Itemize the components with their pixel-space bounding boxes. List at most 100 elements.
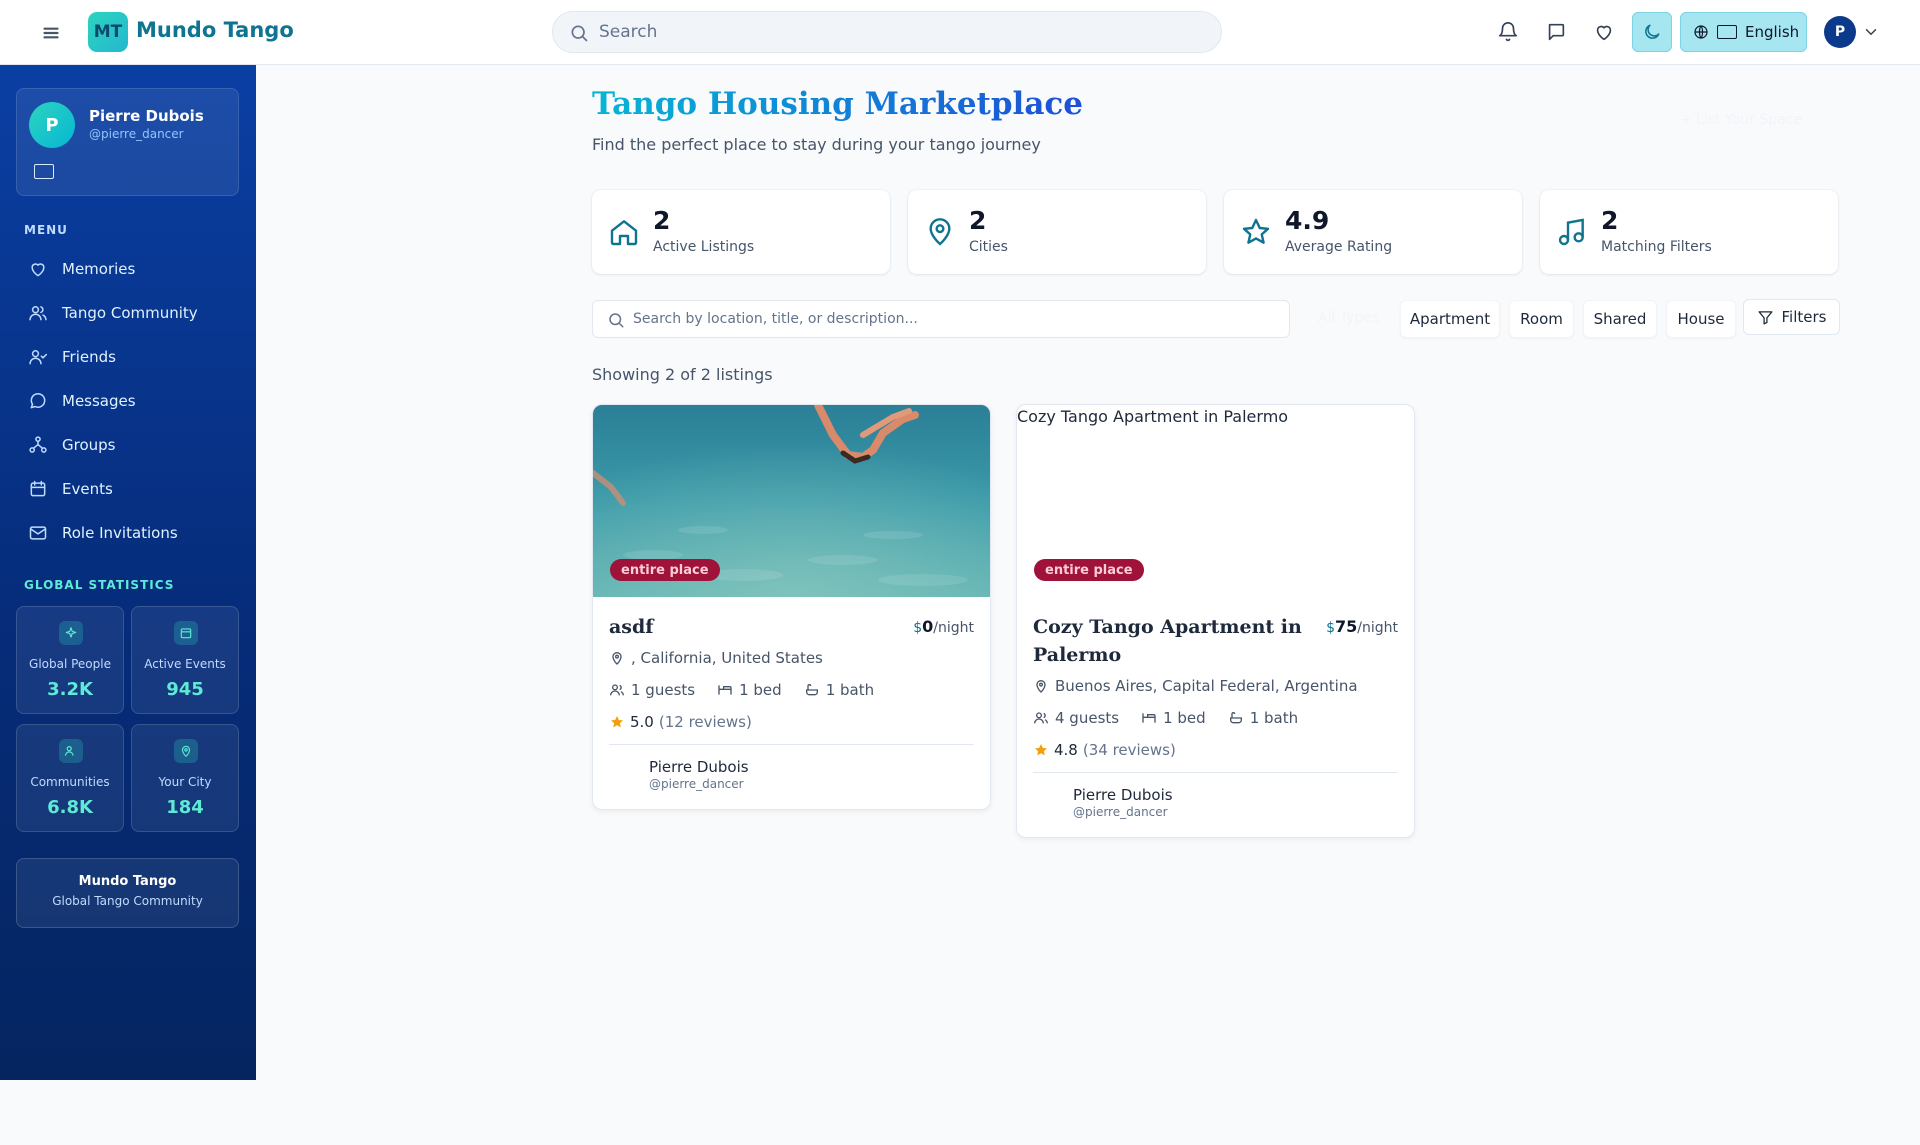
type-filter-apartment[interactable]: Apartment — [1400, 300, 1500, 338]
dark-mode-toggle[interactable] — [1632, 12, 1672, 52]
listing-type-badge: entire place — [610, 559, 720, 581]
kpi-matching-filters: 2 Matching Filters — [1540, 190, 1838, 274]
star-icon — [1033, 742, 1049, 758]
listing-location: , California, United States — [609, 649, 823, 667]
stat-active-events: Active Events 945 — [131, 606, 239, 714]
network-icon — [28, 435, 48, 455]
sidebar-footer-card: Mundo Tango Global Tango Community — [16, 858, 239, 928]
flag-icon — [34, 164, 54, 179]
stat-value: 6.8K — [47, 797, 93, 818]
sidebar-item-messages[interactable]: Messages — [16, 381, 239, 421]
heart-icon[interactable] — [1593, 21, 1615, 43]
kpi-label: Cities — [969, 239, 1008, 255]
hamburger-menu-icon[interactable] — [38, 20, 64, 46]
stat-value: 945 — [166, 679, 204, 700]
baths-count: 1 bath — [825, 681, 875, 699]
results-count: Showing 2 of 2 listings — [592, 365, 773, 384]
listing-photo[interactable]: entire place — [593, 405, 990, 597]
menu-section-label: MENU — [24, 223, 68, 237]
user-check-icon — [28, 347, 48, 367]
beds-count: 1 bed — [1163, 709, 1206, 727]
stat-label: Communities — [30, 775, 110, 789]
page-title: Tango Housing Marketplace — [592, 86, 1084, 122]
sidebar-item-label: Messages — [62, 392, 136, 410]
avatar: P — [29, 102, 75, 148]
map-pin-icon — [609, 650, 625, 666]
listing-card[interactable]: entire place asdf $0/night , California,… — [592, 404, 991, 810]
calendar-icon — [28, 479, 48, 499]
sidebar-item-role-invitations[interactable]: Role Invitations — [16, 513, 239, 553]
star-icon — [1240, 216, 1272, 248]
kpi-value: 2 — [1601, 206, 1619, 235]
sidebar-item-tango-community[interactable]: Tango Community — [16, 293, 239, 333]
stat-value: 3.2K — [47, 679, 93, 700]
kpi-value: 2 — [653, 206, 671, 235]
profile-name: Pierre Dubois — [89, 107, 204, 125]
map-pin-icon — [924, 216, 956, 248]
host-name[interactable]: Pierre Dubois — [1073, 786, 1173, 804]
user-avatar[interactable]: P — [1824, 16, 1856, 48]
type-filter-house[interactable]: House — [1666, 300, 1736, 338]
host-handle: @pierre_dancer — [649, 777, 744, 791]
divider — [1033, 772, 1398, 773]
stat-communities: Communities 6.8K — [16, 724, 124, 832]
kpi-active-listings: 2 Active Listings — [592, 190, 890, 274]
guests-count: 1 guests — [631, 681, 696, 699]
kpi-label: Active Listings — [653, 239, 755, 255]
search-icon — [569, 23, 589, 43]
listing-search-input[interactable]: Search by location, title, or descriptio… — [592, 300, 1290, 338]
home-icon — [608, 216, 640, 248]
brand-name[interactable]: Mundo Tango — [136, 18, 294, 42]
sidebar-item-memories[interactable]: Memories — [16, 249, 239, 289]
kpi-cities: 2 Cities — [908, 190, 1206, 274]
users-icon — [1033, 710, 1049, 726]
footer-title: Mundo Tango — [78, 874, 177, 889]
map-pin-icon — [1033, 678, 1049, 694]
stat-label: Your City — [158, 775, 212, 789]
kpi-value: 4.9 — [1285, 206, 1330, 235]
filters-label: Filters — [1781, 308, 1827, 326]
listing-price: $75/night — [1326, 617, 1398, 636]
stat-global-people: Global People 3.2K — [16, 606, 124, 714]
chevron-down-icon[interactable] — [1862, 23, 1880, 41]
language-label: English — [1745, 23, 1800, 41]
brand-logo[interactable]: MT — [88, 12, 128, 52]
host-name[interactable]: Pierre Dubois — [649, 758, 749, 776]
sidebar-item-label: Events — [62, 480, 113, 498]
global-search-input[interactable]: Search — [552, 11, 1222, 53]
profile-card[interactable]: P Pierre Dubois @pierre_dancer — [16, 88, 239, 196]
host-handle: @pierre_dancer — [1073, 805, 1168, 819]
bell-icon[interactable] — [1497, 21, 1519, 43]
search-placeholder: Search by location, title, or descriptio… — [633, 311, 918, 327]
users-icon — [609, 682, 625, 698]
language-selector[interactable]: English — [1680, 12, 1807, 52]
listing-title[interactable]: asdf — [609, 613, 653, 641]
calendar-icon — [174, 621, 198, 645]
music-icon — [1556, 216, 1588, 248]
list-your-space-button[interactable]: + List Your Space — [1680, 112, 1802, 128]
listing-card[interactable]: Cozy Tango Apartment in Palermo entire p… — [1016, 404, 1415, 838]
listing-photo-alt: Cozy Tango Apartment in Palermo — [1017, 407, 1289, 426]
kpi-value: 2 — [969, 206, 987, 235]
sidebar-item-events[interactable]: Events — [16, 469, 239, 509]
listing-type-badge: entire place — [1034, 559, 1144, 581]
listing-location: Buenos Aires, Capital Federal, Argentina — [1033, 677, 1358, 695]
message-circle-icon — [28, 391, 48, 411]
sidebar-item-label: Tango Community — [62, 304, 198, 322]
sidebar-item-groups[interactable]: Groups — [16, 425, 239, 465]
sidebar-item-friends[interactable]: Friends — [16, 337, 239, 377]
profile-handle: @pierre_dancer — [89, 127, 184, 141]
listing-price: $0/night — [913, 617, 974, 636]
listing-photo[interactable]: Cozy Tango Apartment in Palermo entire p… — [1017, 405, 1414, 597]
search-placeholder: Search — [599, 22, 658, 42]
kpi-average-rating: 4.9 Average Rating — [1224, 190, 1522, 274]
type-filter-shared[interactable]: Shared — [1583, 300, 1657, 338]
type-filter-all[interactable]: All Types — [1318, 310, 1379, 326]
filters-button[interactable]: Filters — [1743, 299, 1840, 335]
guests-count: 4 guests — [1055, 709, 1120, 727]
type-filter-room[interactable]: Room — [1509, 300, 1574, 338]
sidebar-item-label: Role Invitations — [62, 524, 178, 542]
stat-label: Global People — [29, 657, 111, 671]
listing-title[interactable]: Cozy Tango Apartment in Palermo — [1033, 613, 1303, 669]
chat-icon[interactable] — [1545, 21, 1567, 43]
